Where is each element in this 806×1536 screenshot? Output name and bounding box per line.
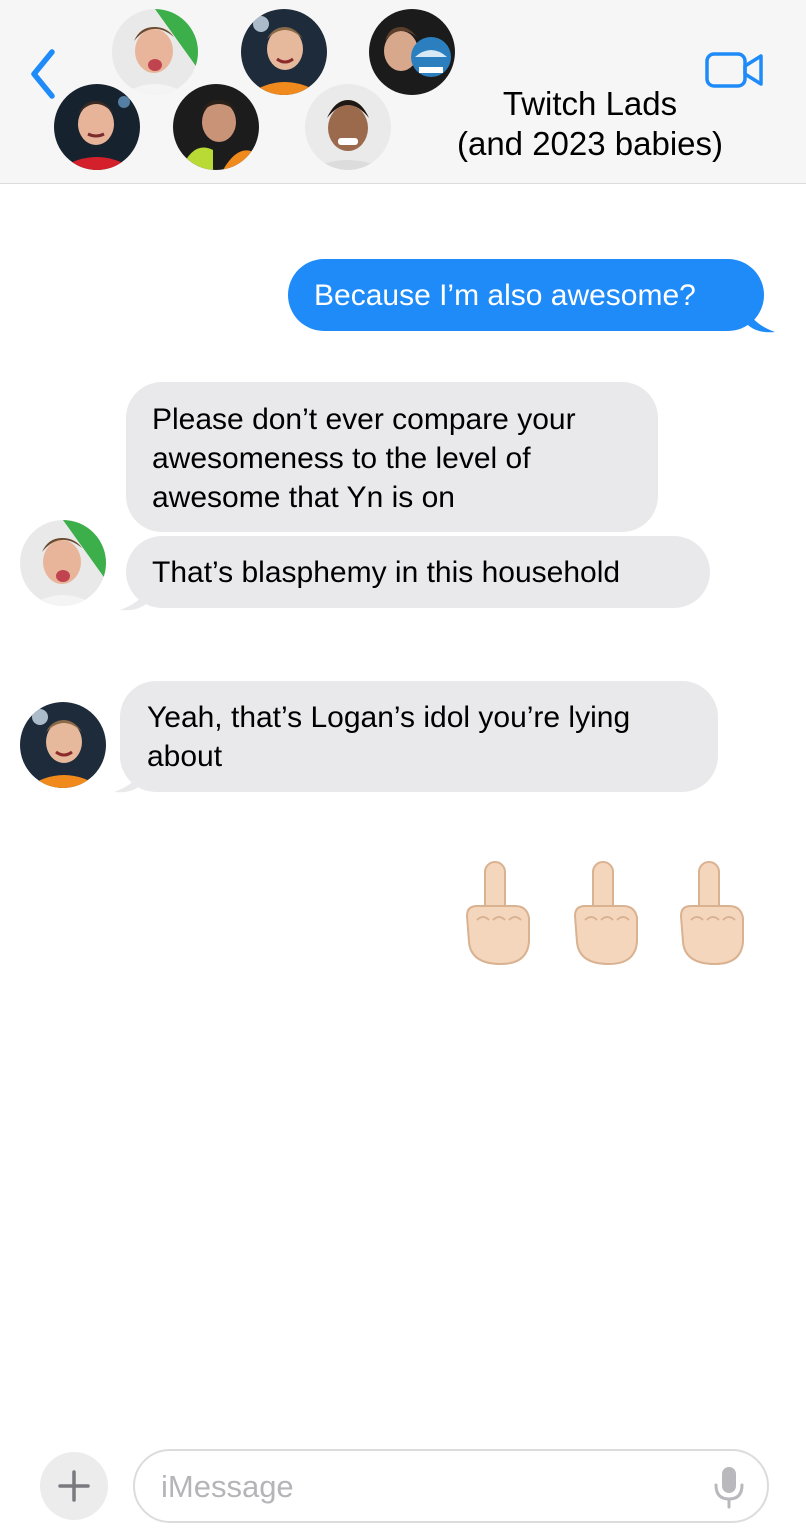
- incoming-message-bubble[interactable]: That’s blasphemy in this household: [126, 536, 710, 608]
- microphone-icon: [714, 1467, 744, 1509]
- chevron-left-icon: [31, 49, 55, 99]
- outgoing-message-bubble[interactable]: Because I’m also awesome?: [288, 259, 764, 331]
- person-photo-icon: [173, 84, 259, 170]
- group-member-avatar[interactable]: [369, 9, 455, 95]
- group-member-avatar[interactable]: [241, 9, 327, 95]
- middle-finger-emoji-icon: [679, 861, 744, 966]
- video-camera-icon: [705, 52, 763, 88]
- group-name-line2: (and 2023 babies): [456, 125, 724, 162]
- group-member-avatar[interactable]: [54, 84, 140, 170]
- facetime-video-button[interactable]: [704, 50, 766, 92]
- group-member-avatar[interactable]: [173, 84, 259, 170]
- imessage-screen: Twitch Lads (and 2023 babies) Because I’…: [0, 0, 806, 1536]
- message-text: That’s blasphemy in this household: [152, 556, 621, 589]
- plus-icon: [58, 1470, 90, 1502]
- person-photo-icon: [20, 520, 106, 606]
- person-photo-icon: [241, 9, 327, 95]
- message-text-line: Yeah, that’s Logan’s idol you’re lying: [147, 701, 631, 734]
- emoji-message[interactable]: [455, 858, 755, 968]
- back-button[interactable]: [22, 44, 66, 104]
- imessage-input[interactable]: [159, 1463, 683, 1511]
- middle-finger-emoji-icon: [465, 861, 530, 966]
- person-photo-icon: [369, 9, 455, 95]
- group-member-avatar[interactable]: [305, 84, 391, 170]
- incoming-message-bubble[interactable]: Yeah, that’s Logan’s idol you’re lying a…: [120, 681, 718, 792]
- dictation-button[interactable]: [709, 1463, 749, 1511]
- group-member-avatar[interactable]: [112, 9, 198, 95]
- person-photo-icon: [305, 84, 391, 170]
- group-name[interactable]: Twitch Lads (and 2023 babies): [430, 84, 750, 164]
- person-photo-icon: [112, 9, 198, 95]
- message-text: Because I’m also awesome?: [314, 279, 696, 312]
- message-text-line: about: [147, 740, 223, 773]
- person-photo-icon: [20, 702, 106, 788]
- apps-plus-button[interactable]: [40, 1452, 108, 1520]
- sender-avatar[interactable]: [20, 702, 106, 788]
- group-name-line1: Twitch Lads: [502, 85, 678, 122]
- message-text-line: awesome that Yn is on: [152, 481, 455, 514]
- middle-finger-emoji-icon: [573, 861, 638, 966]
- message-text-line: awesomeness to the level of: [152, 442, 531, 475]
- person-photo-icon: [54, 84, 140, 170]
- imessage-input-container: [133, 1449, 769, 1523]
- message-text-line: Please don’t ever compare your: [152, 403, 576, 436]
- conversation-header: Twitch Lads (and 2023 babies): [0, 0, 806, 184]
- sender-avatar[interactable]: [20, 520, 106, 606]
- incoming-message-bubble[interactable]: Please don’t ever compare your awesomene…: [126, 382, 658, 532]
